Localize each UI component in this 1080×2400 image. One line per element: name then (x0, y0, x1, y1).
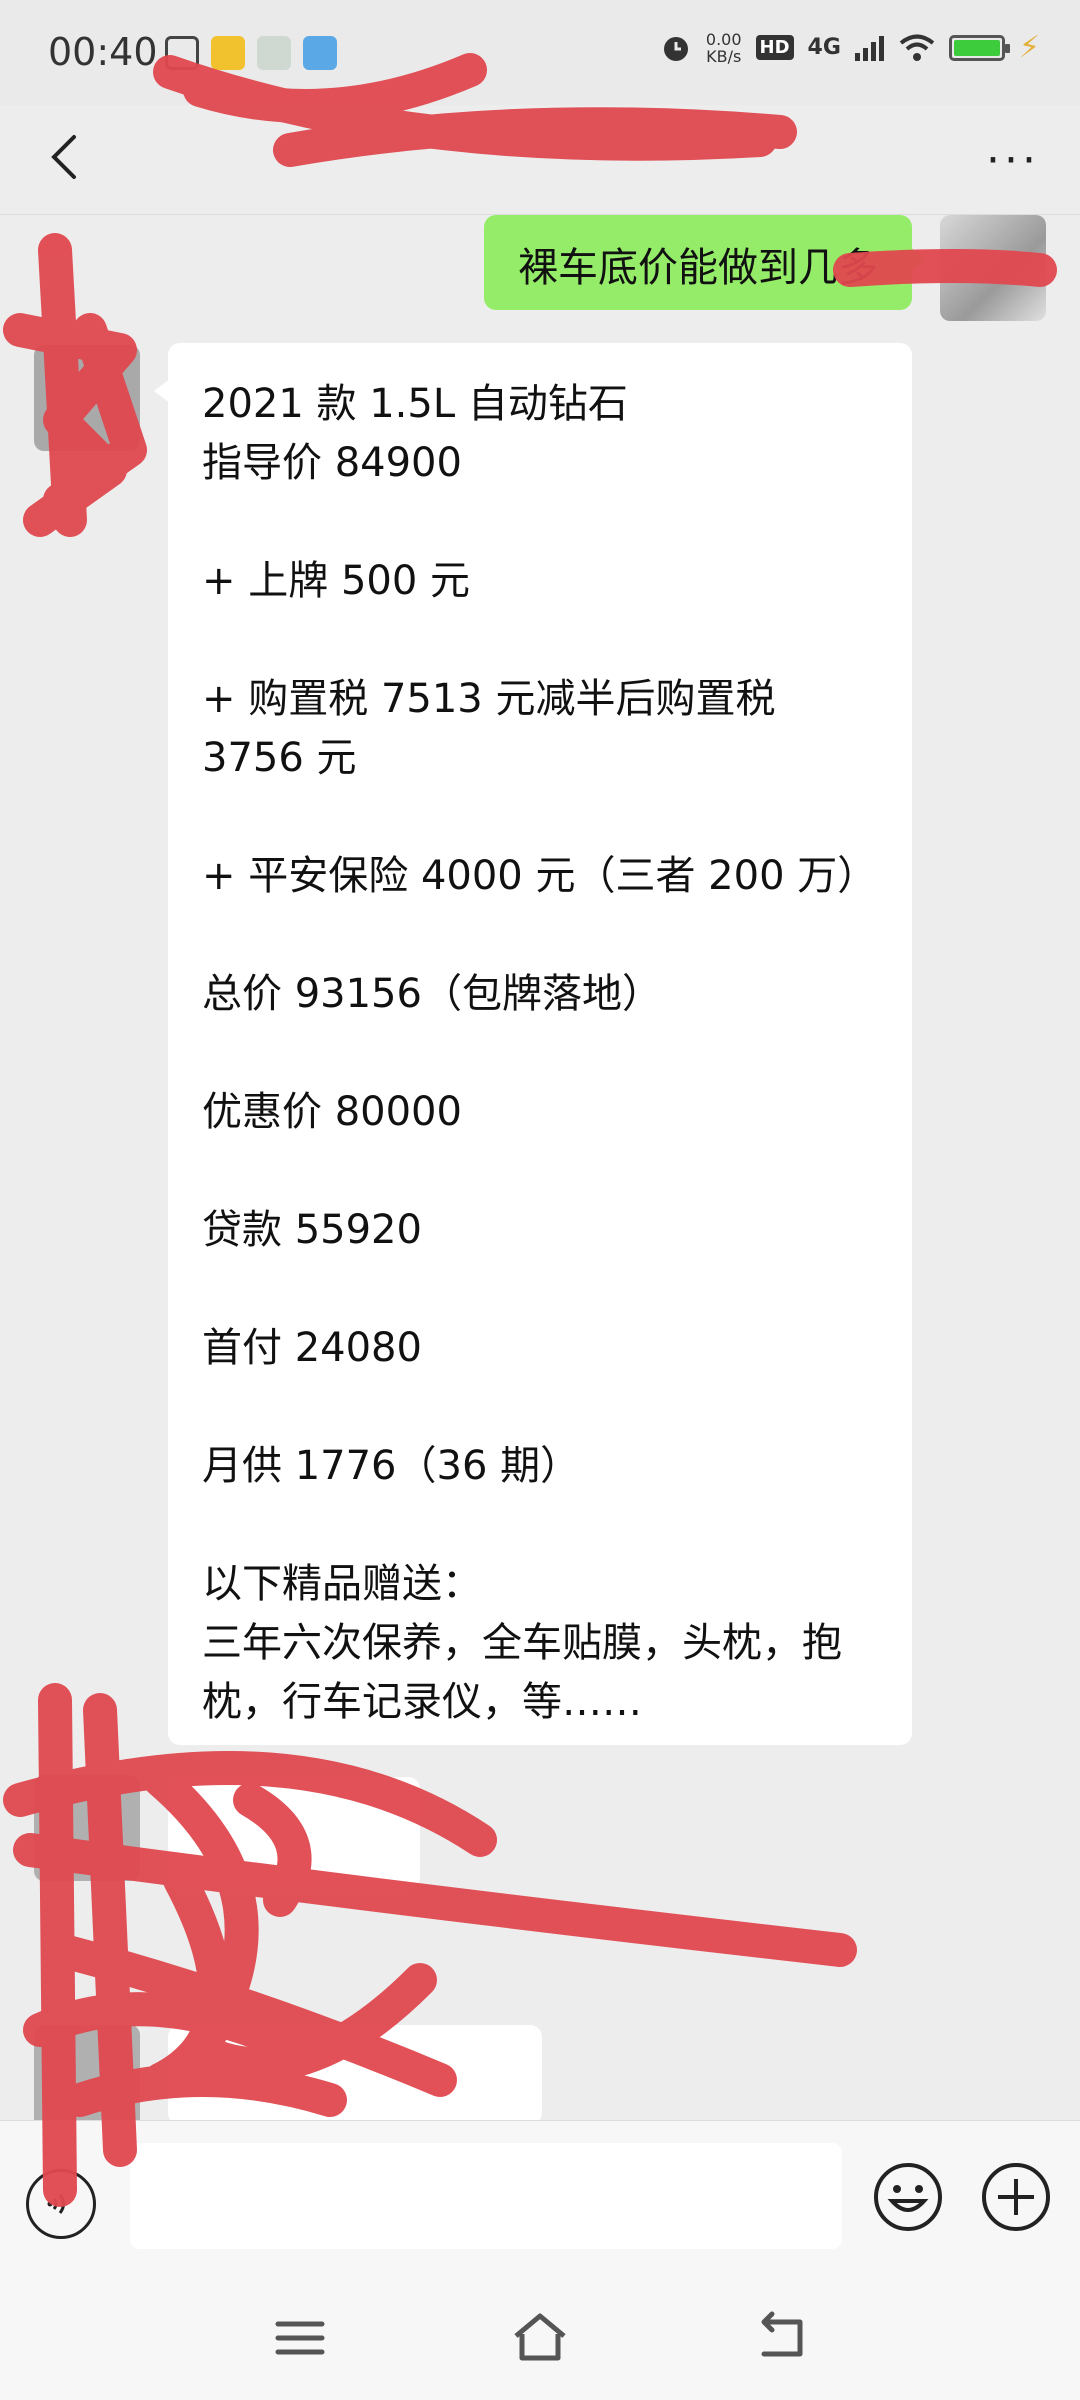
message-input[interactable] (130, 2143, 842, 2249)
contact-avatar[interactable] (34, 345, 140, 451)
speed-unit: KB/s (706, 46, 742, 66)
system-icons: 0.00 KB/s HD 4G ⚡ (660, 30, 1040, 65)
received-message-bubble[interactable]: 2021 款 1.5L 自动钻石 指导价 84900 + 上牌 500 元 + … (154, 343, 912, 1745)
more-options-icon[interactable]: ··· (986, 135, 1040, 186)
network-type: 4G (807, 35, 841, 60)
received-message-bubble-redacted[interactable] (168, 2025, 542, 2125)
voice-input-icon[interactable] (26, 2169, 96, 2239)
app-notification-icon-2 (257, 36, 291, 70)
status-time: 00:40 (48, 30, 158, 74)
charging-icon: ⚡ (1018, 30, 1040, 65)
network-speed: 0.00 KB/s (706, 31, 742, 65)
back-arrow-icon[interactable] (36, 127, 96, 187)
chat-header: ··· (0, 105, 1080, 215)
my-avatar[interactable] (940, 215, 1046, 321)
alarm-icon (663, 36, 688, 61)
app-notification-icon (211, 36, 245, 70)
contact-avatar[interactable] (34, 1775, 140, 1881)
emoji-icon[interactable] (872, 2161, 944, 2233)
app-notification-icon-3 (303, 36, 337, 70)
plus-icon[interactable] (980, 2161, 1052, 2233)
speed-value: 0.00 (705, 29, 742, 49)
status-bar: 00:40 0.00 KB/s HD 4G ⚡ (0, 0, 1080, 105)
menu-icon[interactable] (270, 2308, 330, 2368)
battery-icon (948, 34, 1010, 61)
home-icon[interactable] (510, 2308, 570, 2368)
received-message-bubble-redacted[interactable] (168, 1777, 420, 1889)
message-notification-icon (165, 36, 199, 70)
notification-icons (165, 36, 337, 70)
signal-icon (854, 35, 884, 61)
chat-messages[interactable]: 裸车底价能做到几多 2021 款 1.5L 自动钻石 指导价 84900 + 上… (0, 215, 1080, 2131)
wifi-icon (899, 34, 935, 61)
input-bar (0, 2120, 1080, 2270)
sent-message-bubble[interactable]: 裸车底价能做到几多 (484, 215, 926, 310)
back-icon[interactable] (750, 2308, 810, 2368)
hd-badge: HD (755, 35, 794, 60)
contact-avatar[interactable] (34, 2025, 140, 2131)
voice-wave-icon (47, 2194, 65, 2214)
system-navigation-bar (0, 2270, 1080, 2400)
